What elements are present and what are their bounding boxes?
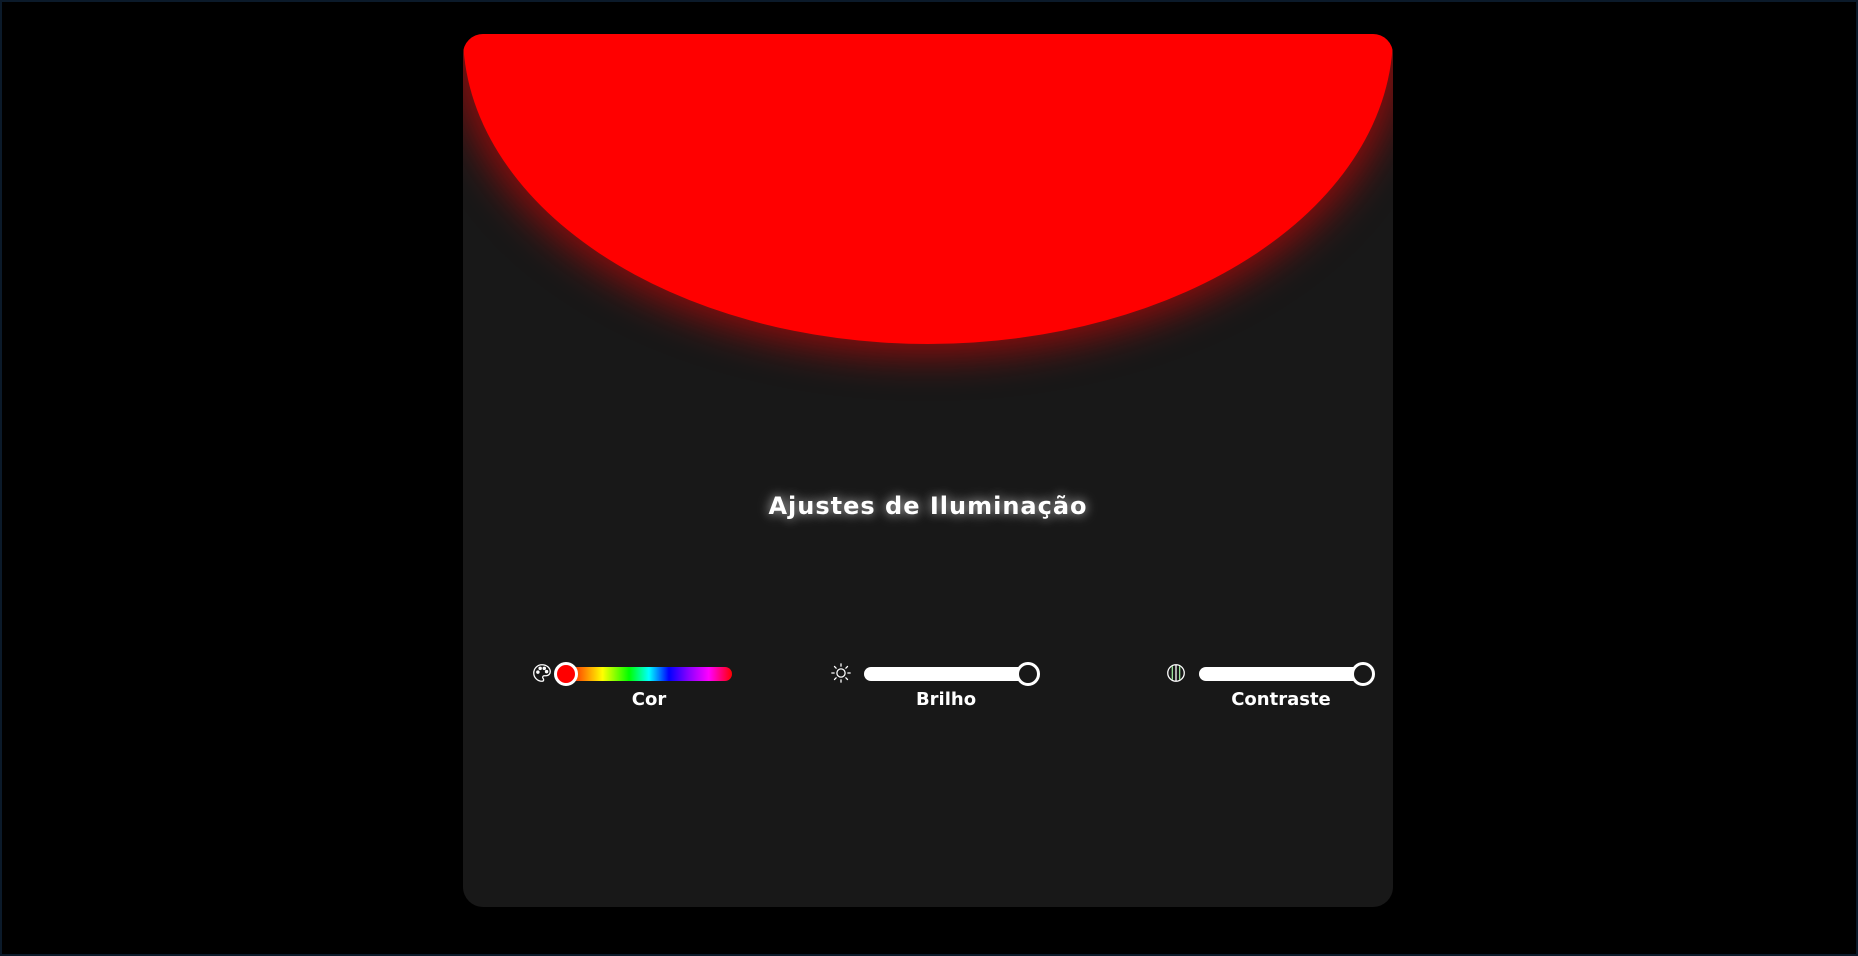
contrast-slider-thumb[interactable] [1351, 662, 1375, 686]
color-label: Cor [631, 689, 667, 710]
color-slider-track[interactable] [566, 667, 732, 681]
contrast-control: Contraste [1165, 652, 1375, 712]
brightness-control: Brilho [830, 652, 1040, 712]
brightness-slider-track[interactable] [864, 667, 1028, 681]
panel-title: Ajustes de Iluminação [768, 492, 1088, 520]
lamp-light [463, 34, 1393, 344]
contrast-label: Contraste [1231, 689, 1331, 710]
lighting-panel: Ajustes de Iluminação Cor Brilho Contras… [463, 34, 1393, 907]
sun-icon [831, 663, 851, 683]
app-viewport: Ajustes de Iluminação Cor Brilho Contras… [0, 0, 1858, 956]
brightness-label: Brilho [915, 689, 977, 710]
contrast-slider-track[interactable] [1199, 667, 1363, 681]
color-control: Cor [531, 652, 732, 712]
color-slider-thumb[interactable] [554, 662, 578, 686]
palette-icon [533, 664, 551, 682]
brightness-slider-thumb[interactable] [1016, 662, 1040, 686]
contrast-icon [1167, 664, 1185, 682]
